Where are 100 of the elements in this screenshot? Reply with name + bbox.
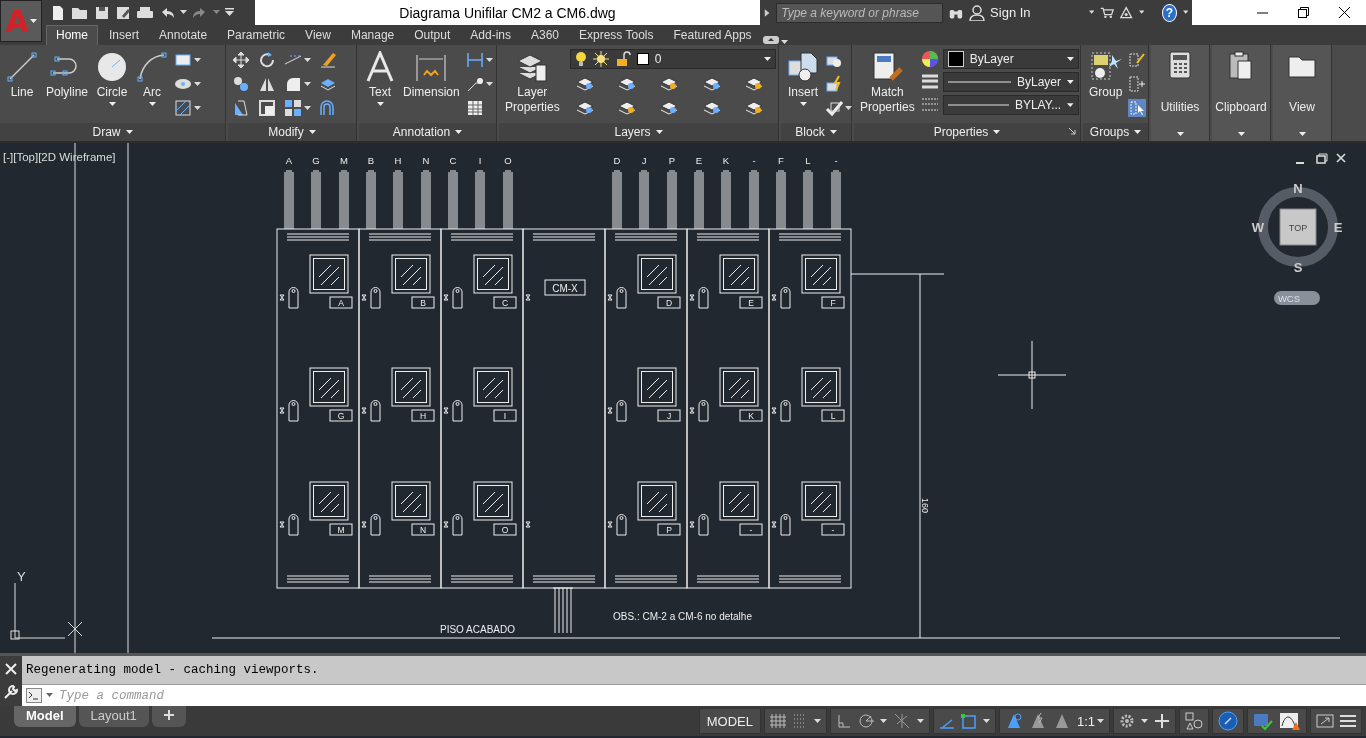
caret-icon[interactable] — [1088, 10, 1095, 15]
menu-icon[interactable] — [1340, 714, 1356, 728]
printer-icon[interactable] — [136, 4, 154, 21]
restore-icon[interactable] — [1298, 7, 1309, 18]
layout-tab[interactable]: Layout1 — [78, 706, 149, 727]
caret-icon[interactable] — [916, 718, 924, 724]
stretch-icon[interactable] — [232, 99, 250, 117]
caret-icon[interactable] — [845, 105, 852, 111]
ribbon-tab[interactable]: Insert — [100, 25, 149, 45]
panel-toggle-icon[interactable] — [762, 35, 779, 45]
lineweight-icon[interactable] — [920, 72, 939, 92]
caret-icon[interactable] — [46, 693, 53, 698]
group-add-icon[interactable] — [1128, 75, 1147, 93]
caret-icon[interactable] — [982, 718, 990, 724]
ribbon-tab[interactable]: Manage — [341, 25, 404, 45]
fullscreen-icon[interactable] — [1316, 713, 1334, 729]
sign-in-button[interactable]: Sign In — [969, 4, 1031, 21]
color-wheel-icon[interactable] — [920, 49, 939, 69]
check-shapes-icon[interactable] — [825, 99, 843, 117]
viewport-restore-icon[interactable] — [1316, 153, 1328, 164]
caret-icon[interactable] — [1138, 10, 1145, 15]
scale-icon[interactable] — [258, 99, 276, 117]
property-dropdown[interactable]: ByLayer — [942, 72, 1079, 92]
performance-check-icon[interactable] — [1253, 711, 1273, 731]
ribbon-tool-button[interactable]: Group — [1087, 49, 1125, 102]
table-icon[interactable] — [465, 99, 484, 117]
ortho-icon[interactable] — [835, 713, 852, 729]
expand-arrow-icon[interactable] — [764, 7, 771, 18]
viewport-close-icon[interactable] — [1336, 153, 1346, 163]
help-button[interactable]: ? — [1162, 3, 1177, 22]
array-icon[interactable] — [284, 99, 302, 117]
caret-icon[interactable] — [194, 81, 202, 87]
caret-icon[interactable] — [763, 56, 771, 62]
isometric-icon[interactable] — [892, 712, 911, 730]
caret-icon[interactable] — [1066, 56, 1074, 62]
caret-icon[interactable] — [1182, 10, 1188, 15]
caret-icon[interactable] — [1067, 102, 1074, 108]
gear-icon[interactable] — [1119, 713, 1135, 729]
caret-icon[interactable] — [376, 102, 384, 107]
ribbon-tab[interactable]: Parametric — [218, 25, 295, 45]
block-lightning-icon[interactable] — [825, 75, 843, 93]
ribbon-tool-button[interactable]: Layer Properties — [503, 49, 562, 117]
dialog-launcher-icon[interactable] — [1069, 128, 1076, 135]
compass-north-label[interactable]: N — [1293, 181, 1303, 196]
command-prompt-icon[interactable] — [26, 688, 42, 703]
collapsed-panel-button[interactable]: Utilities — [1151, 45, 1209, 141]
layer-dropdown[interactable]: 0 — [569, 49, 776, 69]
caret-icon[interactable] — [1141, 718, 1148, 724]
caret-icon[interactable] — [180, 10, 187, 15]
ribbon-tool-button[interactable]: Circle — [94, 49, 131, 109]
panel-title[interactable]: Layers — [614, 125, 651, 139]
grid-icon[interactable] — [769, 713, 786, 729]
hardware-acceleration-icon[interactable] — [1218, 711, 1238, 731]
hatch-icon[interactable] — [174, 99, 193, 117]
offset-icon[interactable] — [319, 99, 337, 117]
caret-icon[interactable] — [304, 57, 311, 63]
ribbon-tool-button[interactable]: Dimension — [401, 49, 462, 102]
ribbon-tab[interactable]: Home — [46, 25, 98, 45]
wrench-icon[interactable] — [4, 685, 18, 699]
ribbon-tool-button[interactable]: Match Properties — [858, 49, 917, 117]
caret-icon[interactable] — [455, 129, 463, 135]
caret-icon[interactable] — [1067, 79, 1074, 85]
ribbon-tool-button[interactable]: Polyline — [44, 49, 91, 102]
copy-shapes-icon[interactable] — [232, 75, 250, 93]
close-icon[interactable] — [1339, 7, 1350, 18]
caret-icon[interactable] — [308, 129, 316, 135]
viewport-minimize-icon[interactable] — [1295, 162, 1305, 164]
warning-graph-icon[interactable] — [1279, 711, 1301, 731]
search-field[interactable]: Type a keyword or phrase — [776, 2, 944, 23]
annotation-scale-button[interactable]: 1:1 — [1076, 713, 1104, 729]
caret-icon[interactable] — [993, 129, 1001, 135]
property-dropdown[interactable]: BYLAY... — [942, 95, 1079, 115]
ribbon-tool-button[interactable]: Insert — [785, 49, 821, 109]
leader-icon[interactable] — [465, 75, 484, 93]
save-icon[interactable] — [94, 4, 110, 21]
caret-icon[interactable] — [655, 129, 663, 135]
caret-icon[interactable] — [125, 129, 133, 135]
panel-title[interactable]: Draw — [92, 125, 121, 139]
caret-icon[interactable] — [829, 129, 837, 135]
caret-icon[interactable] — [304, 105, 311, 111]
panel-title[interactable]: Properties — [933, 125, 989, 139]
property-dropdown[interactable]: ByLayer — [942, 49, 1079, 69]
triangle-icon[interactable] — [1120, 4, 1133, 21]
ribbon-tool-button[interactable]: Arc — [134, 49, 171, 109]
ribbon-tool-button[interactable]: Text — [363, 49, 397, 109]
ribbon-tab[interactable]: Featured Apps — [664, 25, 761, 45]
caret-icon[interactable] — [1298, 132, 1306, 137]
caret-icon[interactable] — [194, 57, 202, 63]
caret-icon[interactable] — [1134, 129, 1142, 135]
caret-icon[interactable] — [799, 102, 807, 107]
caret-icon[interactable] — [304, 81, 311, 87]
save-as-icon[interactable] — [115, 4, 131, 21]
polar-icon[interactable] — [857, 713, 874, 729]
isolate-objects-icon[interactable] — [1185, 712, 1203, 730]
caret-icon[interactable] — [194, 105, 202, 111]
compass-east-label[interactable]: E — [1333, 220, 1343, 235]
ribbon-tab[interactable]: Express Tools — [570, 25, 663, 45]
move-icon[interactable] — [232, 51, 250, 69]
new-file-icon[interactable] — [50, 4, 66, 21]
ribbon-tab[interactable]: Annotate — [150, 25, 217, 45]
